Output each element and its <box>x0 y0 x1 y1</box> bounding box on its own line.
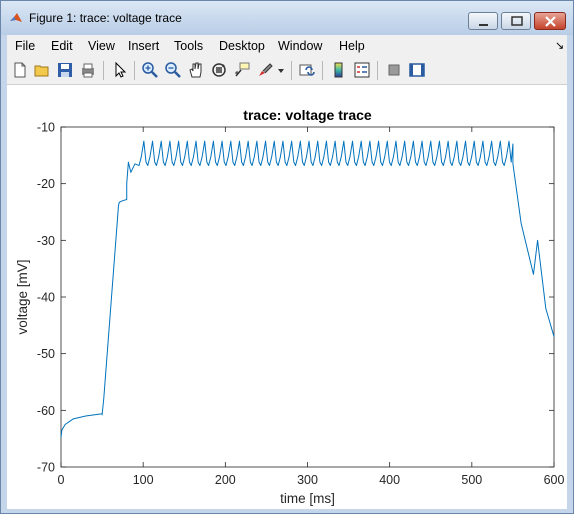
brush-icon[interactable] <box>256 61 274 79</box>
zoom-in-icon[interactable] <box>141 61 159 79</box>
edit-plot-arrow-icon[interactable] <box>111 61 129 79</box>
toolbar-separator <box>322 61 323 80</box>
y-tick-label: -50 <box>37 347 55 361</box>
rotate-3d-icon[interactable] <box>210 61 228 79</box>
x-tick-label: 500 <box>461 473 482 487</box>
print-icon[interactable] <box>79 61 97 79</box>
y-tick-label: -40 <box>37 291 55 305</box>
minimize-icon <box>479 24 488 26</box>
chart-title: trace: voltage trace <box>243 107 372 123</box>
figure-canvas: trace: voltage trace 0 100 200 300 400 500 600 -… <box>7 85 567 509</box>
x-tick-label: 100 <box>133 473 154 487</box>
maximize-button[interactable] <box>501 12 531 30</box>
figure-window: Figure 1: trace: voltage trace File Edit… <box>0 0 574 514</box>
close-icon <box>545 16 556 27</box>
insert-colorbar-icon[interactable] <box>330 61 348 79</box>
menu-window[interactable]: Window <box>278 39 322 53</box>
data-cursor-icon[interactable] <box>233 61 251 79</box>
y-tick-label: -20 <box>37 177 55 191</box>
x-tick-label: 0 <box>58 473 65 487</box>
menu-bar: File Edit View Insert Tools Desktop Wind… <box>7 35 567 57</box>
save-icon[interactable] <box>56 61 74 79</box>
toolbar-separator <box>377 61 378 80</box>
maximize-icon <box>511 16 523 26</box>
voltage-trace-plot[interactable]: trace: voltage trace 0 100 200 300 400 500 600 -… <box>7 85 567 509</box>
matlab-logo-icon <box>10 13 22 22</box>
menu-edit[interactable]: Edit <box>51 39 73 53</box>
menu-insert[interactable]: Insert <box>128 39 159 53</box>
new-figure-icon[interactable] <box>11 61 29 79</box>
menu-tools[interactable]: Tools <box>174 39 203 53</box>
x-axis-label: time [ms] <box>280 491 335 506</box>
menu-help[interactable]: Help <box>339 39 365 53</box>
close-button[interactable] <box>534 12 566 30</box>
axes-box[interactable] <box>60 126 555 468</box>
x-tick-label: 400 <box>379 473 400 487</box>
y-tick-label: -10 <box>37 121 55 135</box>
y-axis-label: voltage [mV] <box>15 259 30 334</box>
menu-desktop[interactable]: Desktop <box>219 39 265 53</box>
figure-toolbar <box>7 57 567 85</box>
zoom-out-icon[interactable] <box>164 61 182 79</box>
x-tick-label: 600 <box>544 473 565 487</box>
y-tick-label: -30 <box>37 234 55 248</box>
link-plot-icon[interactable] <box>298 61 316 79</box>
toolbar-separator <box>134 61 135 80</box>
toolbar-separator <box>291 61 292 80</box>
insert-legend-icon[interactable] <box>353 61 371 79</box>
minimize-button[interactable] <box>468 12 498 30</box>
x-tick-label: 300 <box>297 473 318 487</box>
window-title: Figure 1: trace: voltage trace <box>29 11 182 25</box>
menu-file[interactable]: File <box>15 39 35 53</box>
menu-view[interactable]: View <box>88 39 115 53</box>
open-file-icon[interactable] <box>33 61 51 79</box>
toolbar-separator <box>103 61 104 80</box>
show-plot-tools-icon[interactable] <box>408 61 426 79</box>
brush-dropdown-icon[interactable] <box>277 61 286 79</box>
pan-hand-icon[interactable] <box>187 61 205 79</box>
menu-dock-arrow-icon[interactable]: ↘ <box>555 39 564 52</box>
hide-plot-tools-icon[interactable] <box>385 61 403 79</box>
y-tick-label: -60 <box>37 404 55 418</box>
y-tick-label: -70 <box>37 461 55 475</box>
x-tick-label: 200 <box>215 473 236 487</box>
title-bar[interactable]: Figure 1: trace: voltage trace <box>1 1 573 35</box>
